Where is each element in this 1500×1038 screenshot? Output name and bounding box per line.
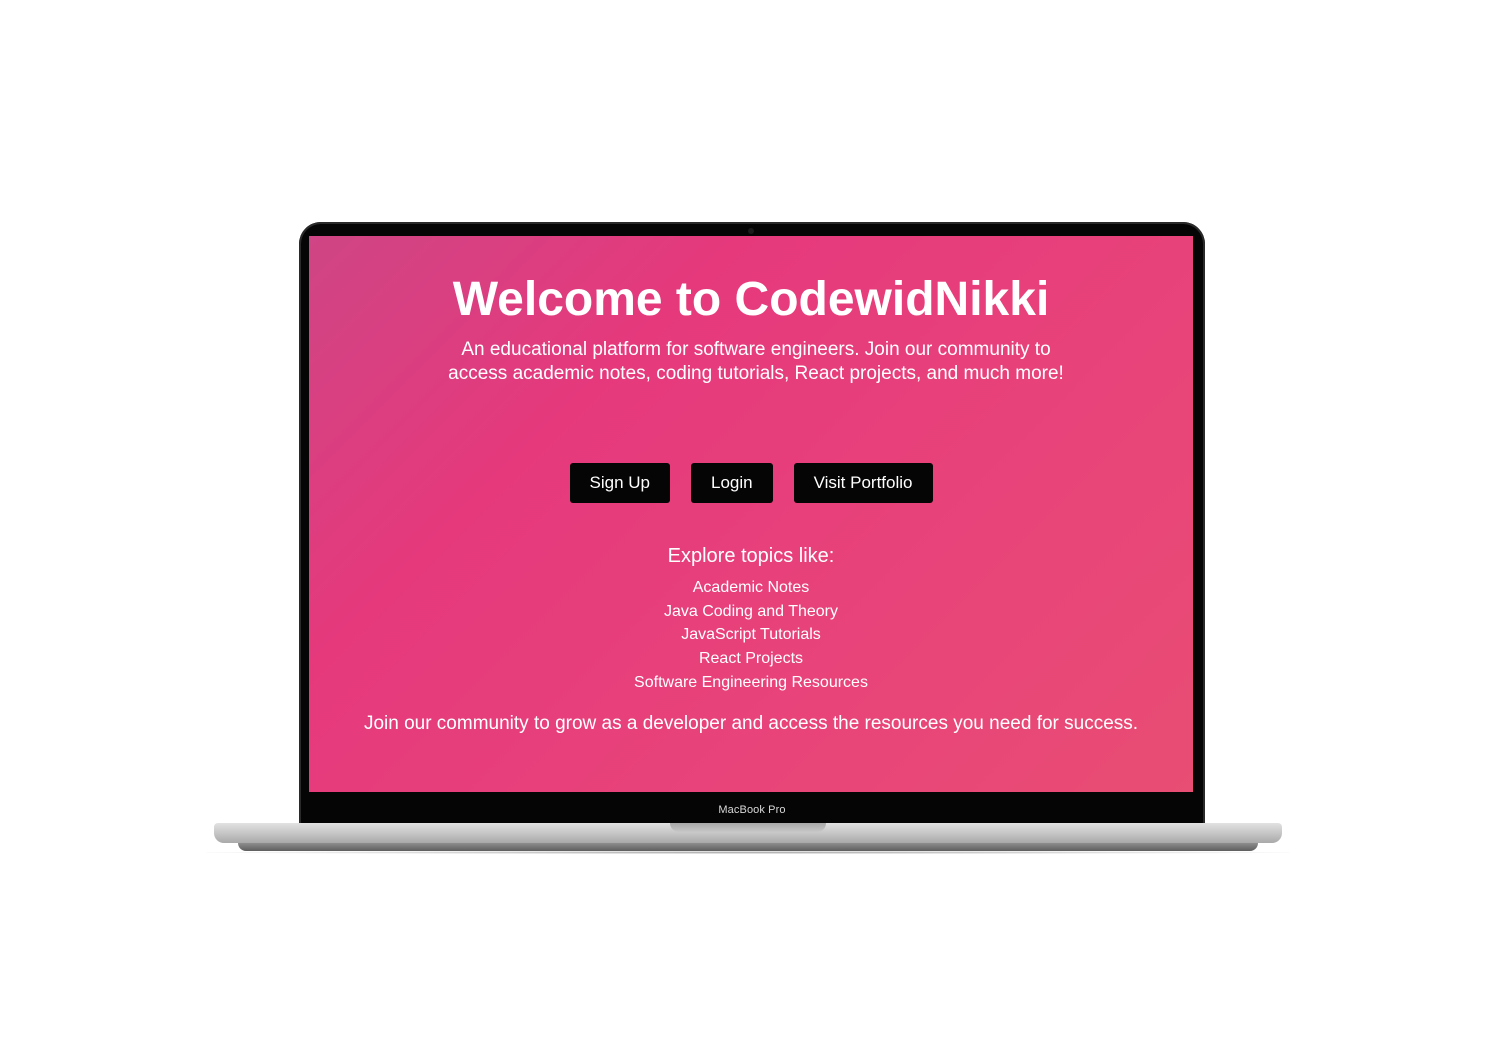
topics-heading: Explore topics like: <box>667 545 835 567</box>
visit-portfolio-button[interactable]: Visit Portfolio <box>793 463 933 503</box>
laptop-hinge-notch <box>670 823 826 832</box>
list-item: Academic Notes <box>692 579 810 596</box>
list-item: Java Coding and Theory <box>663 602 839 620</box>
page-subtitle: An educational platform for software eng… <box>448 339 1064 384</box>
list-item: Software Engineering Resources <box>634 673 868 691</box>
sign-up-button[interactable]: Sign Up <box>569 463 670 503</box>
login-button[interactable]: Login <box>690 463 773 503</box>
page-title: Welcome to CodewidNikki <box>452 273 1050 326</box>
list-item: JavaScript Tutorials <box>681 626 821 644</box>
laptop-base-bottom <box>238 843 1258 851</box>
laptop-shadow <box>206 851 1290 854</box>
laptop-lid: Welcome to CodewidNikki An educational p… <box>299 222 1205 828</box>
laptop-base <box>214 823 1282 843</box>
list-item: React Projects <box>698 650 804 668</box>
community-footer-text: Join our community to grow as a develope… <box>363 713 1139 734</box>
camera-icon <box>748 228 754 234</box>
topics-list: Academic Notes Java Coding and Theory Ja… <box>309 576 1193 695</box>
device-model-label: MacBook Pro <box>718 804 786 816</box>
laptop-screen: Welcome to CodewidNikki An educational p… <box>309 236 1193 792</box>
action-buttons: Sign Up Login Visit Portfolio <box>309 463 1193 503</box>
